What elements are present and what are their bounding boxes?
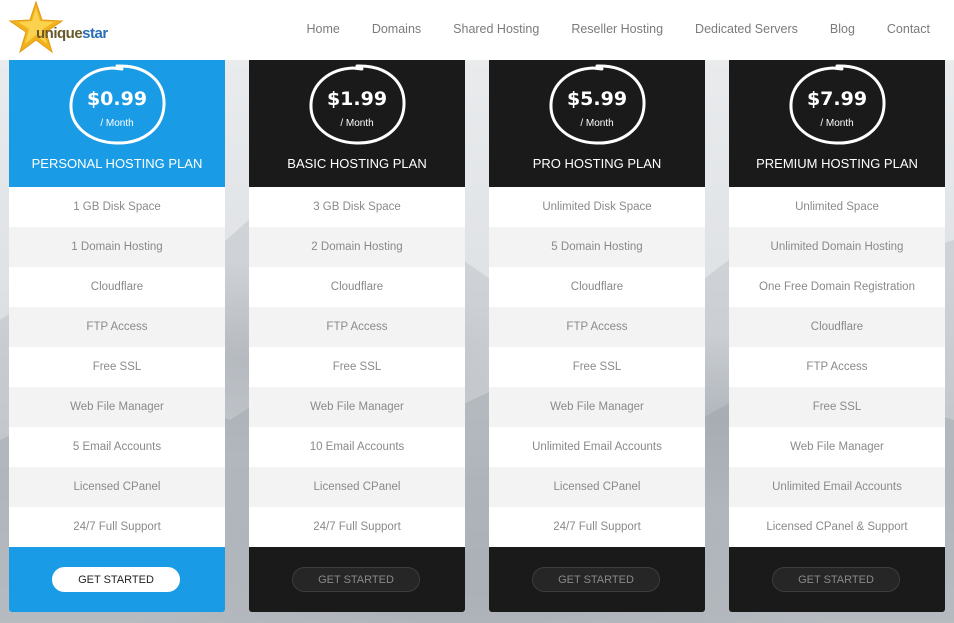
get-started-button[interactable]: GET STARTED	[532, 567, 660, 592]
plan-feature: 24/7 Full Support	[489, 507, 705, 547]
plan-feature: 1 Domain Hosting	[9, 227, 225, 267]
plan-price: $5.99	[566, 88, 628, 110]
plan-feature: Licensed CPanel	[249, 467, 465, 507]
plan-name: PRO HOSTING PLAN	[532, 156, 662, 171]
plan-feature: Web File Manager	[249, 387, 465, 427]
plan-features: 3 GB Disk Space 2 Domain Hosting Cloudfl…	[249, 187, 465, 547]
get-started-button[interactable]: GET STARTED	[292, 567, 420, 592]
plan-price: $0.99	[86, 88, 148, 110]
plan-feature: Unlimited Email Accounts	[489, 427, 705, 467]
plan-card-personal: $0.99 / Month PERSONAL HOSTING PLAN 1 GB…	[9, 60, 225, 612]
logo-text-unique: unique	[36, 25, 83, 42]
plan-feature: Licensed CPanel	[9, 467, 225, 507]
nav-home[interactable]: Home	[306, 22, 339, 36]
plan-header: $5.99 / Month PRO HOSTING PLAN	[489, 60, 705, 187]
plan-feature: 5 Domain Hosting	[489, 227, 705, 267]
plan-feature: Free SSL	[489, 347, 705, 387]
main-nav: Home Domains Shared Hosting Reseller Hos…	[306, 0, 954, 58]
plan-feature: Web File Manager	[729, 427, 945, 467]
plan-feature: Unlimited Domain Hosting	[729, 227, 945, 267]
plan-feature: Free SSL	[249, 347, 465, 387]
plan-feature: 2 Domain Hosting	[249, 227, 465, 267]
plan-name: PREMIUM HOSTING PLAN	[756, 156, 918, 171]
plan-period: / Month	[580, 118, 614, 129]
plan-period: / Month	[820, 118, 854, 129]
plan-footer: GET STARTED	[729, 547, 945, 612]
plan-feature: Cloudflare	[249, 267, 465, 307]
get-started-button[interactable]: GET STARTED	[52, 567, 180, 592]
plan-feature: 24/7 Full Support	[9, 507, 225, 547]
plan-card-pro: $5.99 / Month PRO HOSTING PLAN Unlimited…	[489, 60, 705, 612]
plan-footer: GET STARTED	[249, 547, 465, 612]
plan-feature: Web File Manager	[489, 387, 705, 427]
nav-blog[interactable]: Blog	[830, 22, 855, 36]
logo-text-star: star	[82, 25, 108, 42]
plan-price: $1.99	[326, 88, 388, 110]
plan-footer: GET STARTED	[9, 547, 225, 612]
plan-feature: Unlimited Disk Space	[489, 187, 705, 227]
plan-feature: 3 GB Disk Space	[249, 187, 465, 227]
plan-feature: 1 GB Disk Space	[9, 187, 225, 227]
nav-contact[interactable]: Contact	[887, 22, 930, 36]
plan-header: $1.99 / Month BASIC HOSTING PLAN	[249, 60, 465, 187]
plan-feature: Unlimited Email Accounts	[729, 467, 945, 507]
nav-dedicated-servers[interactable]: Dedicated Servers	[695, 22, 798, 36]
plan-name: BASIC HOSTING PLAN	[287, 156, 427, 171]
plan-price: $7.99	[806, 88, 868, 110]
plan-feature: FTP Access	[9, 307, 225, 347]
logo-wordmark: uniquestar	[36, 25, 108, 42]
nav-reseller-hosting[interactable]: Reseller Hosting	[571, 22, 663, 36]
plan-feature: 5 Email Accounts	[9, 427, 225, 467]
plan-feature: Free SSL	[729, 387, 945, 427]
plan-period: / Month	[100, 118, 134, 129]
plan-period: / Month	[340, 118, 374, 129]
plan-feature: FTP Access	[249, 307, 465, 347]
plan-feature: Free SSL	[9, 347, 225, 387]
plan-feature: FTP Access	[489, 307, 705, 347]
plan-features: Unlimited Disk Space 5 Domain Hosting Cl…	[489, 187, 705, 547]
nav-shared-hosting[interactable]: Shared Hosting	[453, 22, 539, 36]
plan-features: Unlimited Space Unlimited Domain Hosting…	[729, 187, 945, 547]
get-started-button[interactable]: GET STARTED	[772, 567, 900, 592]
plan-header: $0.99 / Month PERSONAL HOSTING PLAN	[9, 60, 225, 187]
plan-feature: Cloudflare	[489, 267, 705, 307]
plan-feature: FTP Access	[729, 347, 945, 387]
plan-name: PERSONAL HOSTING PLAN	[31, 156, 203, 171]
plan-feature: 24/7 Full Support	[249, 507, 465, 547]
plan-feature: 10 Email Accounts	[249, 427, 465, 467]
plan-card-basic: $1.99 / Month BASIC HOSTING PLAN 3 GB Di…	[249, 60, 465, 612]
plan-features: 1 GB Disk Space 1 Domain Hosting Cloudfl…	[9, 187, 225, 547]
plan-feature: Licensed CPanel	[489, 467, 705, 507]
plan-feature: Cloudflare	[729, 307, 945, 347]
plan-feature: Web File Manager	[9, 387, 225, 427]
plan-feature: Licensed CPanel & Support	[729, 507, 945, 547]
plan-feature: Cloudflare	[9, 267, 225, 307]
plan-header: $7.99 / Month PREMIUM HOSTING PLAN	[729, 60, 945, 187]
site-logo[interactable]: uniquestar	[6, 0, 108, 56]
plan-footer: GET STARTED	[489, 547, 705, 612]
plan-card-premium: $7.99 / Month PREMIUM HOSTING PLAN Unlim…	[729, 60, 945, 612]
plan-feature: Unlimited Space	[729, 187, 945, 227]
nav-domains[interactable]: Domains	[372, 22, 421, 36]
plan-feature: One Free Domain Registration	[729, 267, 945, 307]
site-header: uniquestar Home Domains Shared Hosting R…	[0, 0, 954, 60]
